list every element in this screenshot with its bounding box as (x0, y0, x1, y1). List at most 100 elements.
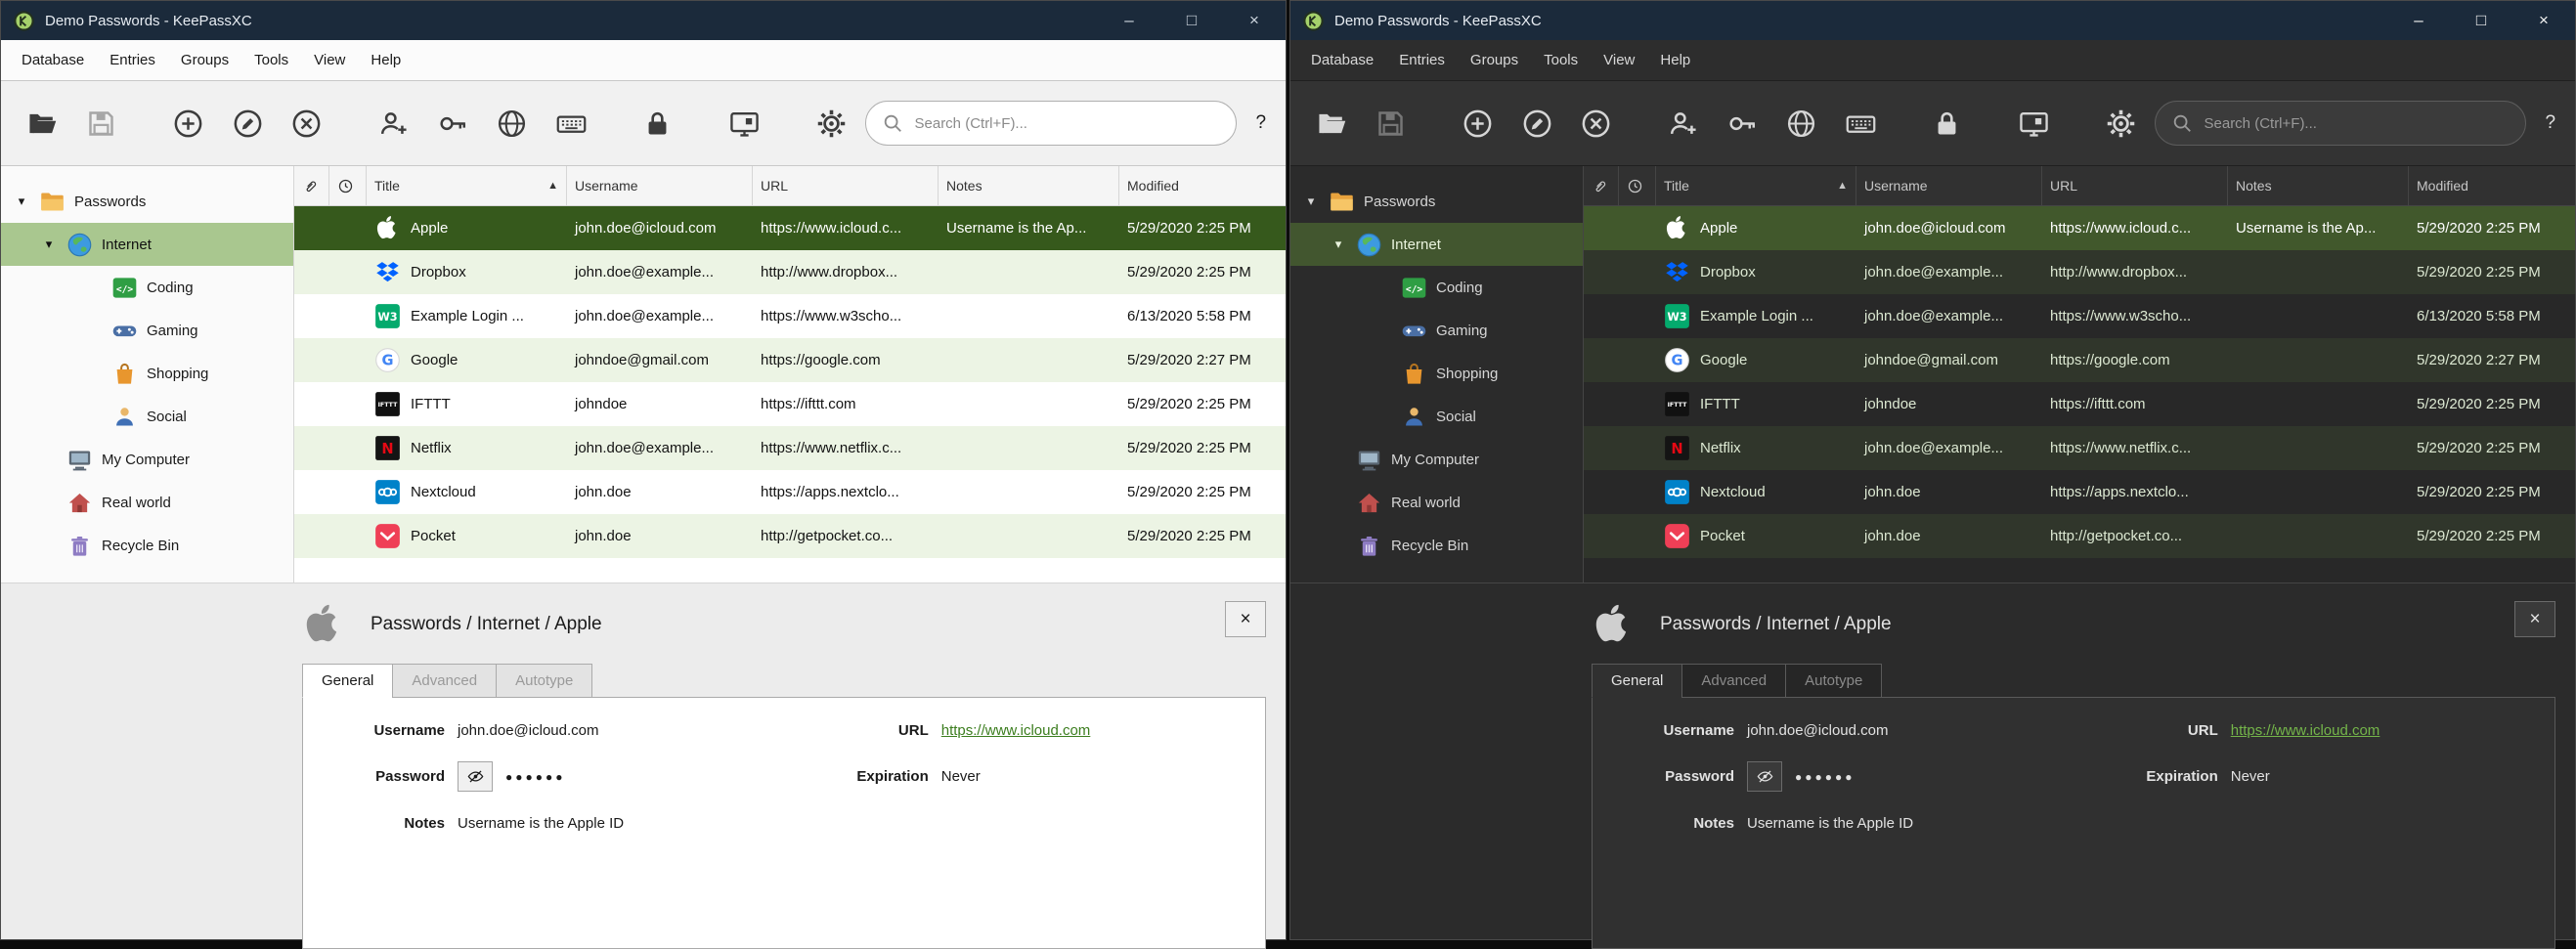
header-title-column[interactable]: Title ▲ (367, 166, 567, 205)
open-url-button[interactable] (1775, 97, 1827, 150)
entry-row[interactable]: Apple john.doe@icloud.com https://www.ic… (294, 206, 1286, 250)
preview-tab[interactable]: General (302, 664, 393, 698)
entry-row[interactable]: Example Login ... john.doe@example... ht… (294, 294, 1286, 338)
header-url-column[interactable]: URL (2042, 166, 2228, 205)
tree-expand-arrow-icon[interactable]: ▾ (1302, 194, 1320, 209)
sidebar-group-item[interactable]: ▾ Passwords (1, 180, 293, 223)
settings-button[interactable] (806, 97, 857, 150)
minimize-button[interactable]: – (1098, 1, 1160, 40)
delete-entry-button[interactable] (282, 97, 333, 150)
entry-row[interactable]: IFTTT johndoe https://ifttt.com 5/29/202… (1584, 382, 2575, 426)
copy-username-button[interactable] (1657, 97, 1709, 150)
entry-row[interactable]: Google johndoe@gmail.com https://google.… (1584, 338, 2575, 382)
settings-button[interactable] (2095, 97, 2147, 150)
menu-groups[interactable]: Groups (1458, 40, 1531, 80)
entry-row[interactable]: Netflix john.doe@example... https://www.… (294, 426, 1286, 470)
header-modified-column[interactable]: Modified (2409, 166, 2575, 205)
close-preview-button[interactable]: × (2514, 601, 2555, 637)
entry-row[interactable]: Nextcloud john.doe https://apps.nextclo.… (294, 470, 1286, 514)
copy-username-button[interactable] (368, 97, 419, 150)
add-entry-button[interactable] (1452, 97, 1504, 150)
entry-row[interactable]: Nextcloud john.doe https://apps.nextclo.… (1584, 470, 2575, 514)
sidebar-group-item[interactable]: Coding (1290, 266, 1583, 309)
sidebar-group-item[interactable]: Shopping (1290, 352, 1583, 395)
entry-row[interactable]: Example Login ... john.doe@example... ht… (1584, 294, 2575, 338)
header-expiry-column[interactable] (329, 166, 367, 205)
sidebar-group-item[interactable]: ▾ Internet (1290, 223, 1583, 266)
sidebar-group-item[interactable]: My Computer (1290, 438, 1583, 481)
entry-row[interactable]: Google johndoe@gmail.com https://google.… (294, 338, 1286, 382)
search-input[interactable] (2203, 114, 2510, 133)
tree-expand-arrow-icon[interactable]: ▾ (40, 237, 58, 252)
sidebar-group-item[interactable]: Social (1, 395, 293, 438)
add-entry-button[interactable] (162, 97, 214, 150)
search-box[interactable] (2155, 101, 2526, 146)
search-input[interactable] (913, 114, 1220, 133)
maximize-button[interactable]: □ (2450, 1, 2512, 40)
entry-row[interactable]: IFTTT johndoe https://ifttt.com 5/29/202… (294, 382, 1286, 426)
autotype-button[interactable] (1835, 97, 1887, 150)
sidebar-group-item[interactable]: Social (1290, 395, 1583, 438)
close-preview-button[interactable]: × (1225, 601, 1266, 637)
autotype-button[interactable] (546, 97, 597, 150)
close-button[interactable]: × (2512, 1, 2575, 40)
minimize-button[interactable]: – (2387, 1, 2450, 40)
tree-expand-arrow-icon[interactable]: ▾ (13, 194, 30, 209)
entry-row[interactable]: Pocket john.doe http://getpocket.co... 5… (1584, 514, 2575, 558)
search-box[interactable] (865, 101, 1237, 146)
header-modified-column[interactable]: Modified (1119, 166, 1286, 205)
header-username-column[interactable]: Username (1856, 166, 2042, 205)
close-button[interactable]: × (1223, 1, 1286, 40)
url-link[interactable]: https://www.icloud.com (941, 722, 1091, 739)
entry-row[interactable]: Dropbox john.doe@example... http://www.d… (1584, 250, 2575, 294)
open-url-button[interactable] (486, 97, 538, 150)
toggle-password-visibility-button[interactable] (458, 761, 493, 792)
menu-entries[interactable]: Entries (97, 40, 168, 80)
sidebar-group-item[interactable]: Gaming (1290, 309, 1583, 352)
maximize-button[interactable]: □ (1160, 1, 1223, 40)
entry-row[interactable]: Pocket john.doe http://getpocket.co... 5… (294, 514, 1286, 558)
open-database-button[interactable] (17, 97, 68, 150)
menu-help[interactable]: Help (358, 40, 414, 80)
tree-expand-arrow-icon[interactable]: ▾ (1330, 237, 1347, 252)
delete-entry-button[interactable] (1571, 97, 1623, 150)
open-database-button[interactable] (1306, 97, 1358, 150)
sidebar-group-item[interactable]: Recycle Bin (1, 524, 293, 567)
sidebar-group-item[interactable]: Gaming (1, 309, 293, 352)
preview-tab[interactable]: Advanced (1681, 664, 1786, 698)
menu-view[interactable]: View (301, 40, 358, 80)
preview-tab[interactable]: General (1592, 664, 1682, 698)
lock-database-button[interactable] (633, 97, 684, 150)
header-title-column[interactable]: Title ▲ (1656, 166, 1856, 205)
sidebar-group-item[interactable]: ▾ Passwords (1290, 180, 1583, 223)
menu-view[interactable]: View (1591, 40, 1647, 80)
edit-entry-button[interactable] (1511, 97, 1563, 150)
menu-entries[interactable]: Entries (1386, 40, 1458, 80)
menu-database[interactable]: Database (9, 40, 97, 80)
sidebar-group-item[interactable]: Recycle Bin (1290, 524, 1583, 567)
menu-tools[interactable]: Tools (1531, 40, 1591, 80)
search-help-button[interactable]: ? (1252, 112, 1271, 134)
sidebar-group-item[interactable]: Real world (1290, 481, 1583, 524)
sidebar-group-item[interactable]: Shopping (1, 352, 293, 395)
menu-help[interactable]: Help (1647, 40, 1703, 80)
toggle-password-visibility-button[interactable] (1747, 761, 1782, 792)
header-attachment-column[interactable] (1584, 166, 1619, 205)
search-help-button[interactable]: ? (2542, 112, 2560, 134)
preview-tab[interactable]: Autotype (496, 664, 592, 698)
preview-tab[interactable]: Advanced (392, 664, 497, 698)
url-link[interactable]: https://www.icloud.com (2231, 722, 2380, 739)
entry-row[interactable]: Apple john.doe@icloud.com https://www.ic… (1584, 206, 2575, 250)
entry-row[interactable]: Netflix john.doe@example... https://www.… (1584, 426, 2575, 470)
header-notes-column[interactable]: Notes (939, 166, 1119, 205)
sidebar-group-item[interactable]: Coding (1, 266, 293, 309)
menu-database[interactable]: Database (1298, 40, 1386, 80)
edit-entry-button[interactable] (222, 97, 274, 150)
sidebar-group-item[interactable]: Real world (1, 481, 293, 524)
header-notes-column[interactable]: Notes (2228, 166, 2409, 205)
password-generator-button[interactable] (719, 97, 770, 150)
password-generator-button[interactable] (2008, 97, 2060, 150)
preview-tab[interactable]: Autotype (1785, 664, 1882, 698)
sidebar-group-item[interactable]: My Computer (1, 438, 293, 481)
header-url-column[interactable]: URL (753, 166, 939, 205)
